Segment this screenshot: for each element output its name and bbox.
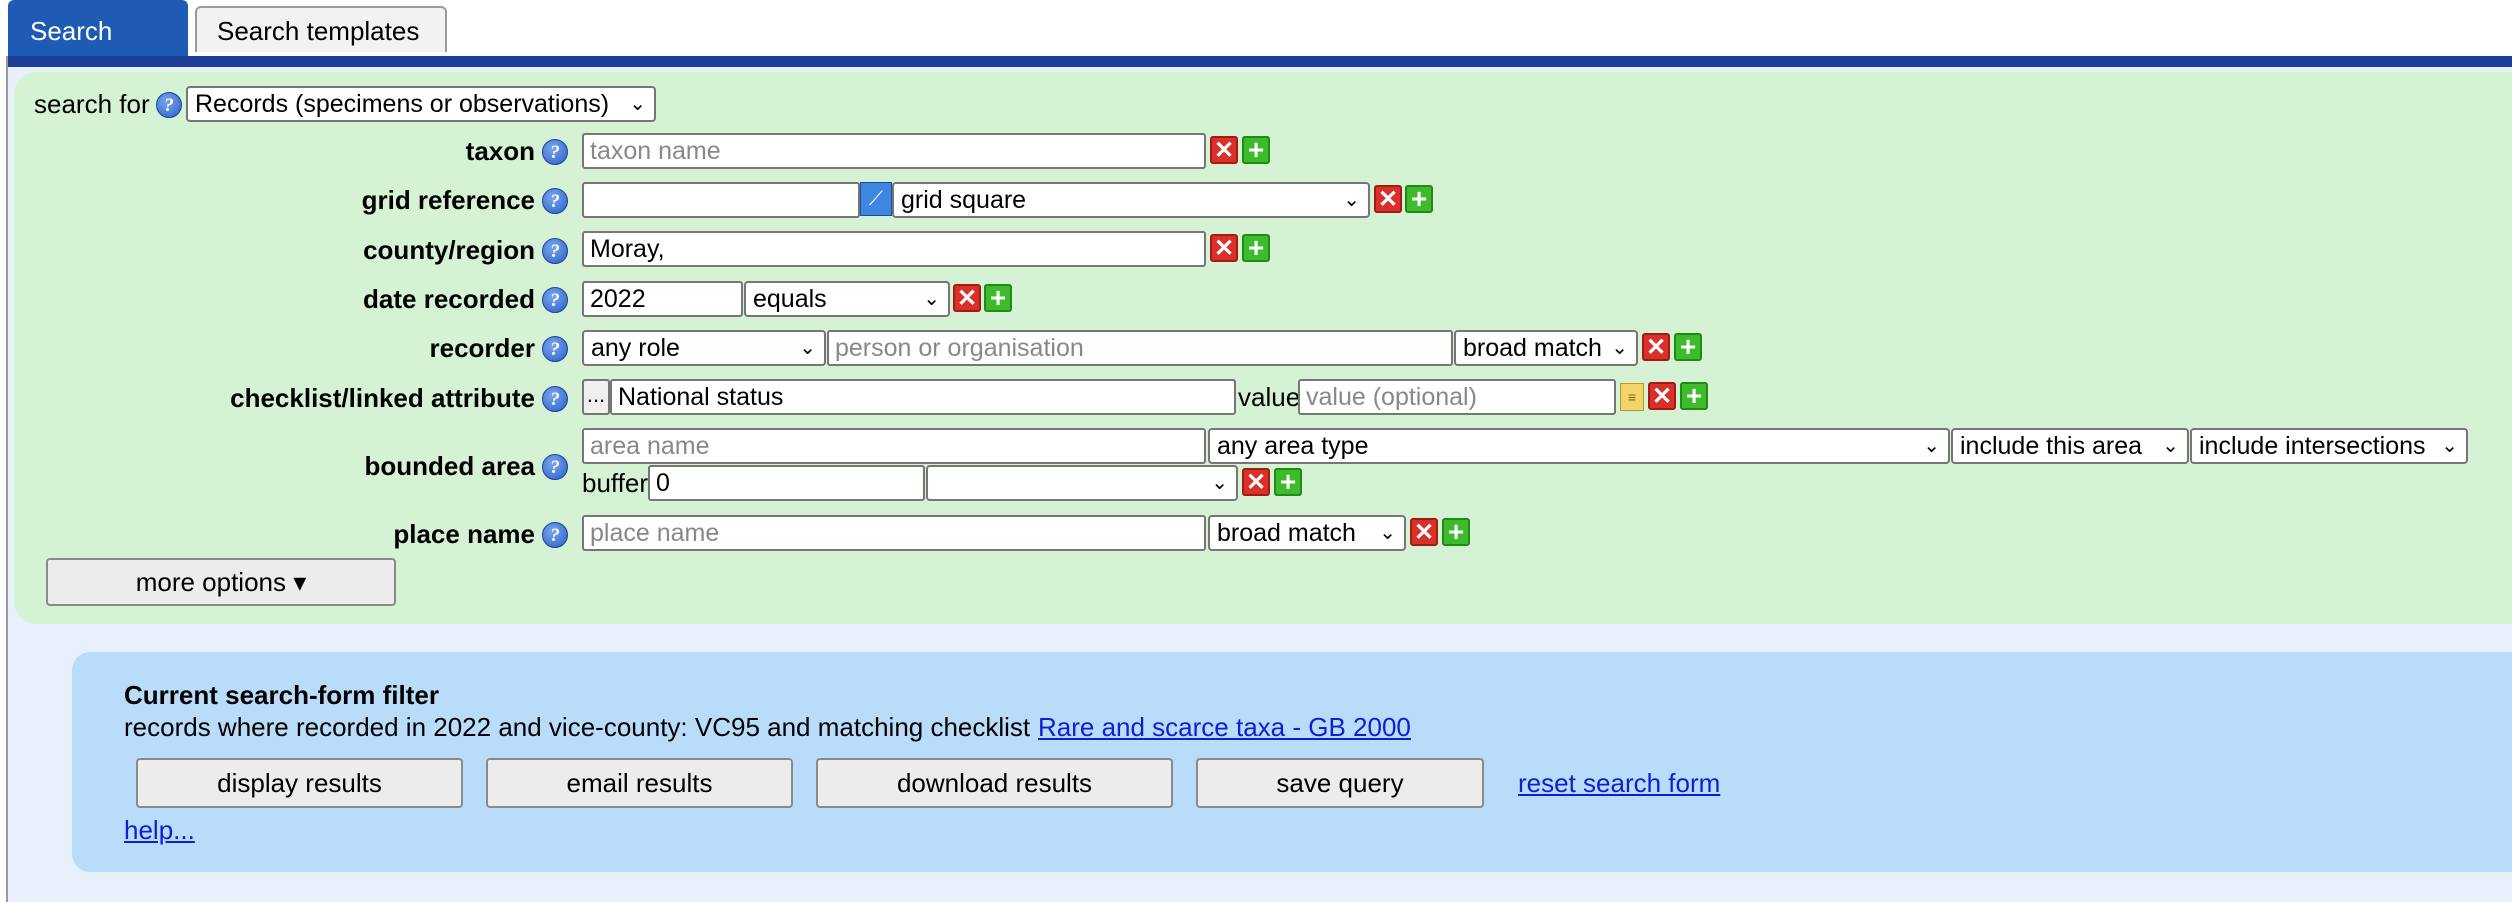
help-icon[interactable]: ? <box>542 336 568 362</box>
date-operator-select[interactable]: equals ⌄ <box>744 281 950 317</box>
place-name-input[interactable]: place name <box>582 515 1206 551</box>
area-type-select[interactable]: any area type ⌄ <box>1208 428 1950 464</box>
help-icon[interactable]: ? <box>542 454 568 480</box>
remove-icon[interactable]: ✕ <box>1210 234 1238 262</box>
checklist-link[interactable]: Rare and scarce taxa - GB 2000 <box>1038 712 1411 743</box>
chevron-down-icon: ⌄ <box>2162 435 2179 457</box>
help-link[interactable]: help... <box>124 815 195 846</box>
buffer-unit-select[interactable]: ⌄ <box>926 465 1238 501</box>
recorder-role-select[interactable]: any role ⌄ <box>582 330 826 366</box>
recorder-match-select[interactable]: broad match ⌄ <box>1454 330 1638 366</box>
remove-icon[interactable]: ✕ <box>1242 468 1270 496</box>
grid-reference-input[interactable] <box>582 182 860 218</box>
taxon-input[interactable]: taxon name <box>582 133 1206 169</box>
add-icon[interactable]: + <box>1242 136 1270 164</box>
chevron-down-icon: ⌄ <box>1923 435 1940 457</box>
remove-icon[interactable]: ✕ <box>1210 136 1238 164</box>
add-icon[interactable]: + <box>1680 382 1708 410</box>
county-region-input[interactable]: Moray, <box>582 231 1206 267</box>
chevron-down-icon: ⌄ <box>923 288 940 310</box>
remove-icon[interactable]: ✕ <box>953 284 981 312</box>
chevron-down-icon: ⌄ <box>1211 472 1228 494</box>
tab-search-templates[interactable]: Search templates <box>195 6 447 52</box>
add-icon[interactable]: + <box>1242 234 1270 262</box>
help-icon[interactable]: ? <box>542 188 568 214</box>
date-recorded-label: date recorded <box>363 284 535 314</box>
search-for-select[interactable]: Records (specimens or observations) ⌄ <box>186 86 656 122</box>
date-recorded-input[interactable]: 2022 <box>582 281 743 317</box>
add-icon[interactable]: + <box>984 284 1012 312</box>
add-icon[interactable]: + <box>1274 468 1302 496</box>
recorder-label: recorder <box>429 333 536 363</box>
chevron-down-icon: ⌄ <box>2441 435 2458 457</box>
help-icon[interactable]: ? <box>542 287 568 313</box>
checklist-picker-button[interactable]: ... <box>582 379 610 415</box>
display-results-button[interactable]: display results <box>136 758 463 808</box>
tab-underline <box>8 56 2512 67</box>
county-region-label: county/region <box>363 235 535 265</box>
map-picker-icon[interactable]: ⟋ <box>860 182 892 216</box>
remove-icon[interactable]: ✕ <box>1648 382 1676 410</box>
more-options-button[interactable]: more options ▾ <box>46 558 396 606</box>
remove-icon[interactable]: ✕ <box>1642 333 1670 361</box>
chevron-down-icon: ⌄ <box>799 337 816 359</box>
checklist-label: checklist/linked attribute <box>230 383 535 413</box>
add-icon[interactable]: + <box>1405 185 1433 213</box>
chevron-down-icon: ⌄ <box>629 93 646 115</box>
help-icon[interactable]: ? <box>156 92 182 118</box>
taxon-label: taxon <box>465 136 535 166</box>
help-icon[interactable]: ? <box>542 386 568 412</box>
email-results-button[interactable]: email results <box>486 758 793 808</box>
recorder-input[interactable]: person or organisation <box>827 330 1453 366</box>
remove-icon[interactable]: ✕ <box>1410 518 1438 546</box>
add-icon[interactable]: + <box>1674 333 1702 361</box>
area-intersections-select[interactable]: include intersections ⌄ <box>2190 428 2468 464</box>
chevron-down-icon: ⌄ <box>1611 337 1628 359</box>
download-results-button[interactable]: download results <box>816 758 1173 808</box>
buffer-label: buffer <box>582 468 649 498</box>
checklist-input[interactable]: National status <box>610 379 1236 415</box>
filter-description: records where recorded in 2022 and vice-… <box>124 712 1031 742</box>
place-match-select[interactable]: broad match ⌄ <box>1208 515 1406 551</box>
help-icon[interactable]: ? <box>542 522 568 548</box>
checklist-value-label: value <box>1238 382 1301 412</box>
reset-search-form-link[interactable]: reset search form <box>1518 768 1720 799</box>
area-include-select[interactable]: include this area ⌄ <box>1951 428 2189 464</box>
area-name-input[interactable]: area name <box>582 428 1206 464</box>
remove-icon[interactable]: ✕ <box>1374 185 1402 213</box>
chevron-down-icon: ⌄ <box>1379 522 1396 544</box>
chevron-down-icon: ⌄ <box>1343 189 1360 211</box>
buffer-input[interactable]: 0 <box>648 465 925 501</box>
bounded-area-label: bounded area <box>364 451 535 481</box>
notes-icon[interactable]: ≡ <box>1620 383 1644 411</box>
add-icon[interactable]: + <box>1442 518 1470 546</box>
grid-reference-label: grid reference <box>361 185 535 215</box>
place-name-label: place name <box>393 519 535 549</box>
tab-search-form[interactable]: Search form <box>8 0 188 104</box>
checklist-value-input[interactable]: value (optional) <box>1298 379 1616 415</box>
filter-title: Current search-form filter <box>124 680 439 710</box>
help-icon[interactable]: ? <box>542 139 568 165</box>
help-icon[interactable]: ? <box>542 238 568 264</box>
search-for-label: search for <box>34 89 150 119</box>
grid-type-select[interactable]: grid square ⌄ <box>892 182 1370 218</box>
save-query-button[interactable]: save query <box>1196 758 1484 808</box>
